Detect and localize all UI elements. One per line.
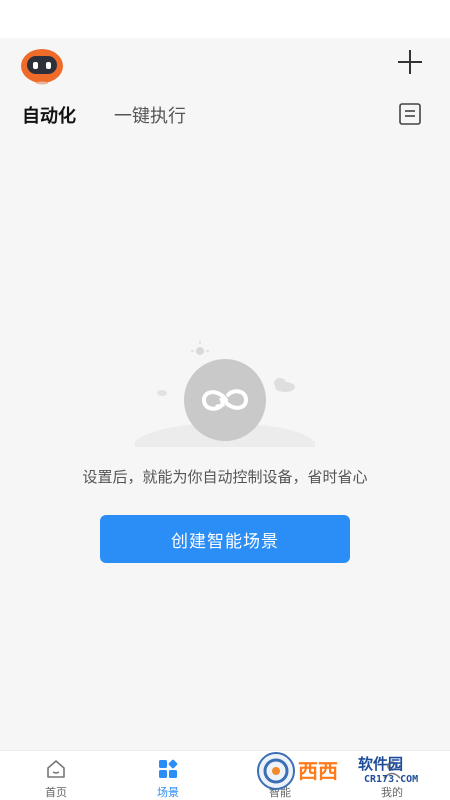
add-button[interactable]	[396, 48, 424, 76]
nav-item-scene[interactable]: 场景	[112, 751, 224, 800]
nav-label-scene: 场景	[157, 786, 179, 799]
watermark-logo: 西西 软件园 CR173.COM	[252, 747, 432, 795]
list-icon[interactable]	[398, 102, 422, 126]
empty-state-message: 设置后，就能为你自动控制设备，省时省心	[82, 468, 368, 486]
tab-bar: 自动化 一键执行	[0, 96, 450, 136]
nav-item-home[interactable]: 首页	[0, 751, 112, 800]
empty-illustration	[135, 341, 315, 447]
watermark-brand: 西西	[298, 759, 338, 783]
tab-one-click[interactable]: 一键执行	[114, 102, 186, 128]
scene-grid-icon	[159, 759, 178, 778]
create-scene-button[interactable]: 创建智能场景	[100, 515, 350, 563]
cloud-icon	[274, 378, 295, 392]
header	[0, 38, 450, 94]
watermark-domain: CR173.COM	[364, 774, 419, 785]
status-bar	[0, 0, 450, 38]
home-icon	[47, 760, 65, 778]
tab-automation[interactable]: 自动化	[22, 102, 76, 128]
sun-icon	[191, 341, 209, 355]
robot-avatar-icon[interactable]	[20, 45, 64, 85]
watermark-emblem-icon	[257, 752, 295, 790]
watermark-site-name: 软件园	[358, 755, 404, 773]
nav-label-home: 首页	[45, 786, 67, 799]
